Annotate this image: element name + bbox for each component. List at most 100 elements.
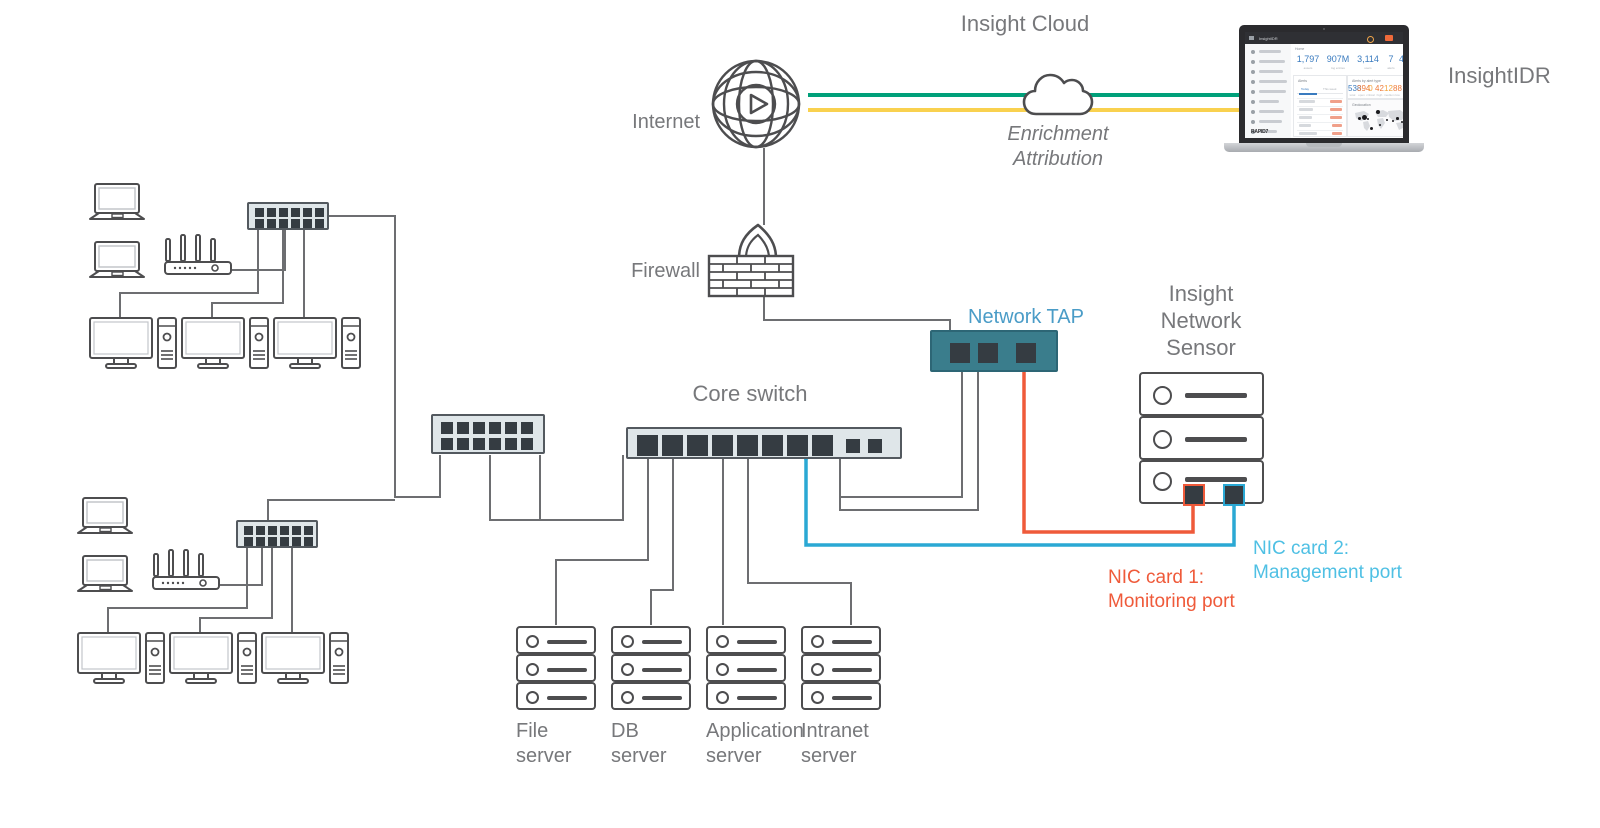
top-switch-port-4[interactable] [291,208,300,217]
core-switch-port-7[interactable] [787,435,808,456]
dashboard-card-geolocation[interactable]: Geolocation [1347,99,1403,137]
mid-switch-port-5[interactable] [505,422,517,434]
top-switch-port-1[interactable] [255,208,264,217]
top-switch-port-6[interactable] [315,208,324,217]
dashboard-orange-pill[interactable] [1385,35,1393,41]
intranet-server-device[interactable] [801,626,881,710]
mid-switch-port-11[interactable] [505,438,517,450]
top-switch-port-7[interactable] [255,219,264,228]
tap-port-3[interactable] [1016,343,1036,363]
core-switch-port-2[interactable] [662,435,683,456]
bot-switch-port-9[interactable] [268,537,277,546]
core-switch-port-4[interactable] [712,435,733,456]
top-switch-port-9[interactable] [279,219,288,228]
core-switch-port-1[interactable] [637,435,658,456]
server-led [621,635,634,648]
core-switch-port-8[interactable] [812,435,833,456]
label-core-switch: Core switch [692,381,808,406]
sensor-led-2 [1153,430,1172,449]
label-enrichment-attribution: Enrichment Attribution [1007,123,1109,170]
mid-switch-port-6[interactable] [521,422,533,434]
bot-switch-port-4[interactable] [280,526,289,535]
server-led [716,663,729,676]
access-switch-bottom-device[interactable] [236,520,318,548]
core-switch-port-5[interactable] [737,435,758,456]
mid-switch-port-8[interactable] [457,438,469,450]
nic-card-1-monitoring-port[interactable] [1183,484,1205,506]
dashboard-menu-icon[interactable] [1249,36,1254,40]
network-tap-device[interactable] [930,330,1058,372]
bot-switch-port-3[interactable] [268,526,277,535]
mid-switch-port-9[interactable] [473,438,485,450]
server-bar [642,668,682,672]
core-switch-device[interactable] [626,427,902,459]
bot-switch-port-8[interactable] [256,537,265,546]
bot-switch-port-10[interactable] [280,537,289,546]
mid-switch-port-10[interactable] [489,438,501,450]
insight-network-sensor-device[interactable] [1139,372,1264,506]
desktop-computer-icon-6 [260,631,350,687]
bot-switch-port-6[interactable] [304,526,313,535]
server-bar [642,696,682,700]
dashboard-sidebar[interactable]: RAPID7 [1245,44,1292,138]
mid-switch-port-2[interactable] [457,422,469,434]
top-switch-port-12[interactable] [315,219,324,228]
core-switch-port-3[interactable] [687,435,708,456]
dashboard-search-icon[interactable] [1367,35,1374,43]
server-bar [642,640,682,644]
dashboard-card-alerts[interactable]: Alerts Today This week [1293,75,1347,137]
server-led [811,691,824,704]
core-switch-port-9[interactable] [846,439,860,453]
bot-switch-port-11[interactable] [292,537,301,546]
wire-coreswitch-left [497,455,624,521]
top-switch-port-5[interactable] [303,208,312,217]
label-firewall: Firewall [631,260,700,282]
kpi-4: 40.5k events [1398,54,1403,64]
mid-switch-port-1[interactable] [441,422,453,434]
alert-1: 394 [1357,84,1371,93]
db-server-device[interactable] [611,626,691,710]
alert-6: 2 [1402,85,1403,93]
server-led [811,635,824,648]
bot-switch-port-7[interactable] [244,537,253,546]
tap-port-2[interactable] [978,343,998,363]
server-bar [547,640,587,644]
mid-switch-port-12[interactable] [521,438,533,450]
label-insightidr: InsightIDR [1448,63,1551,88]
server-led [526,635,539,648]
server-bar [547,668,587,672]
mid-switch-port-4[interactable] [489,422,501,434]
bot-switch-port-12[interactable] [304,537,313,546]
top-switch-port-3[interactable] [279,208,288,217]
file-server-device[interactable] [516,626,596,710]
bot-switch-port-5[interactable] [292,526,301,535]
desktop-computer-icon-1 [88,316,178,372]
top-switch-port-8[interactable] [267,219,276,228]
server-led [621,663,634,676]
label-insight-network-sensor: Insight Network Sensor [1160,281,1242,360]
bot-switch-port-1[interactable] [244,526,253,535]
desktop-computer-icon-4 [76,631,166,687]
mid-switch-port-7[interactable] [441,438,453,450]
kpi-3: 7 alerts [1387,54,1395,71]
label-nic-card-2: NIC card 2: Management port [1253,538,1402,583]
sensor-bar-1 [1185,393,1247,398]
dashboard-card-alert-types[interactable]: Alerts by alert type 538 total 394 open … [1347,75,1403,99]
sensor-unit-1 [1139,372,1264,416]
core-switch-port-10[interactable] [868,439,882,453]
sensor-bar-3 [1185,477,1247,482]
tap-port-1[interactable] [950,343,970,363]
nic-card-2-management-port[interactable] [1223,484,1245,506]
top-switch-port-2[interactable] [267,208,276,217]
application-server-device[interactable] [706,626,786,710]
access-switch-middle-device[interactable] [431,414,545,454]
label-intranet-server: Intranet server [801,720,869,767]
bot-switch-port-2[interactable] [256,526,265,535]
access-switch-top-device[interactable] [247,202,329,230]
mid-switch-port-3[interactable] [473,422,485,434]
core-switch-port-6[interactable] [762,435,783,456]
alert-3: 42 [1375,84,1384,93]
top-switch-port-10[interactable] [291,219,300,228]
insightidr-dashboard[interactable]: InsightIDR RAPID7 Home 1,797 assets 907M… [1245,32,1403,138]
top-switch-port-11[interactable] [303,219,312,228]
